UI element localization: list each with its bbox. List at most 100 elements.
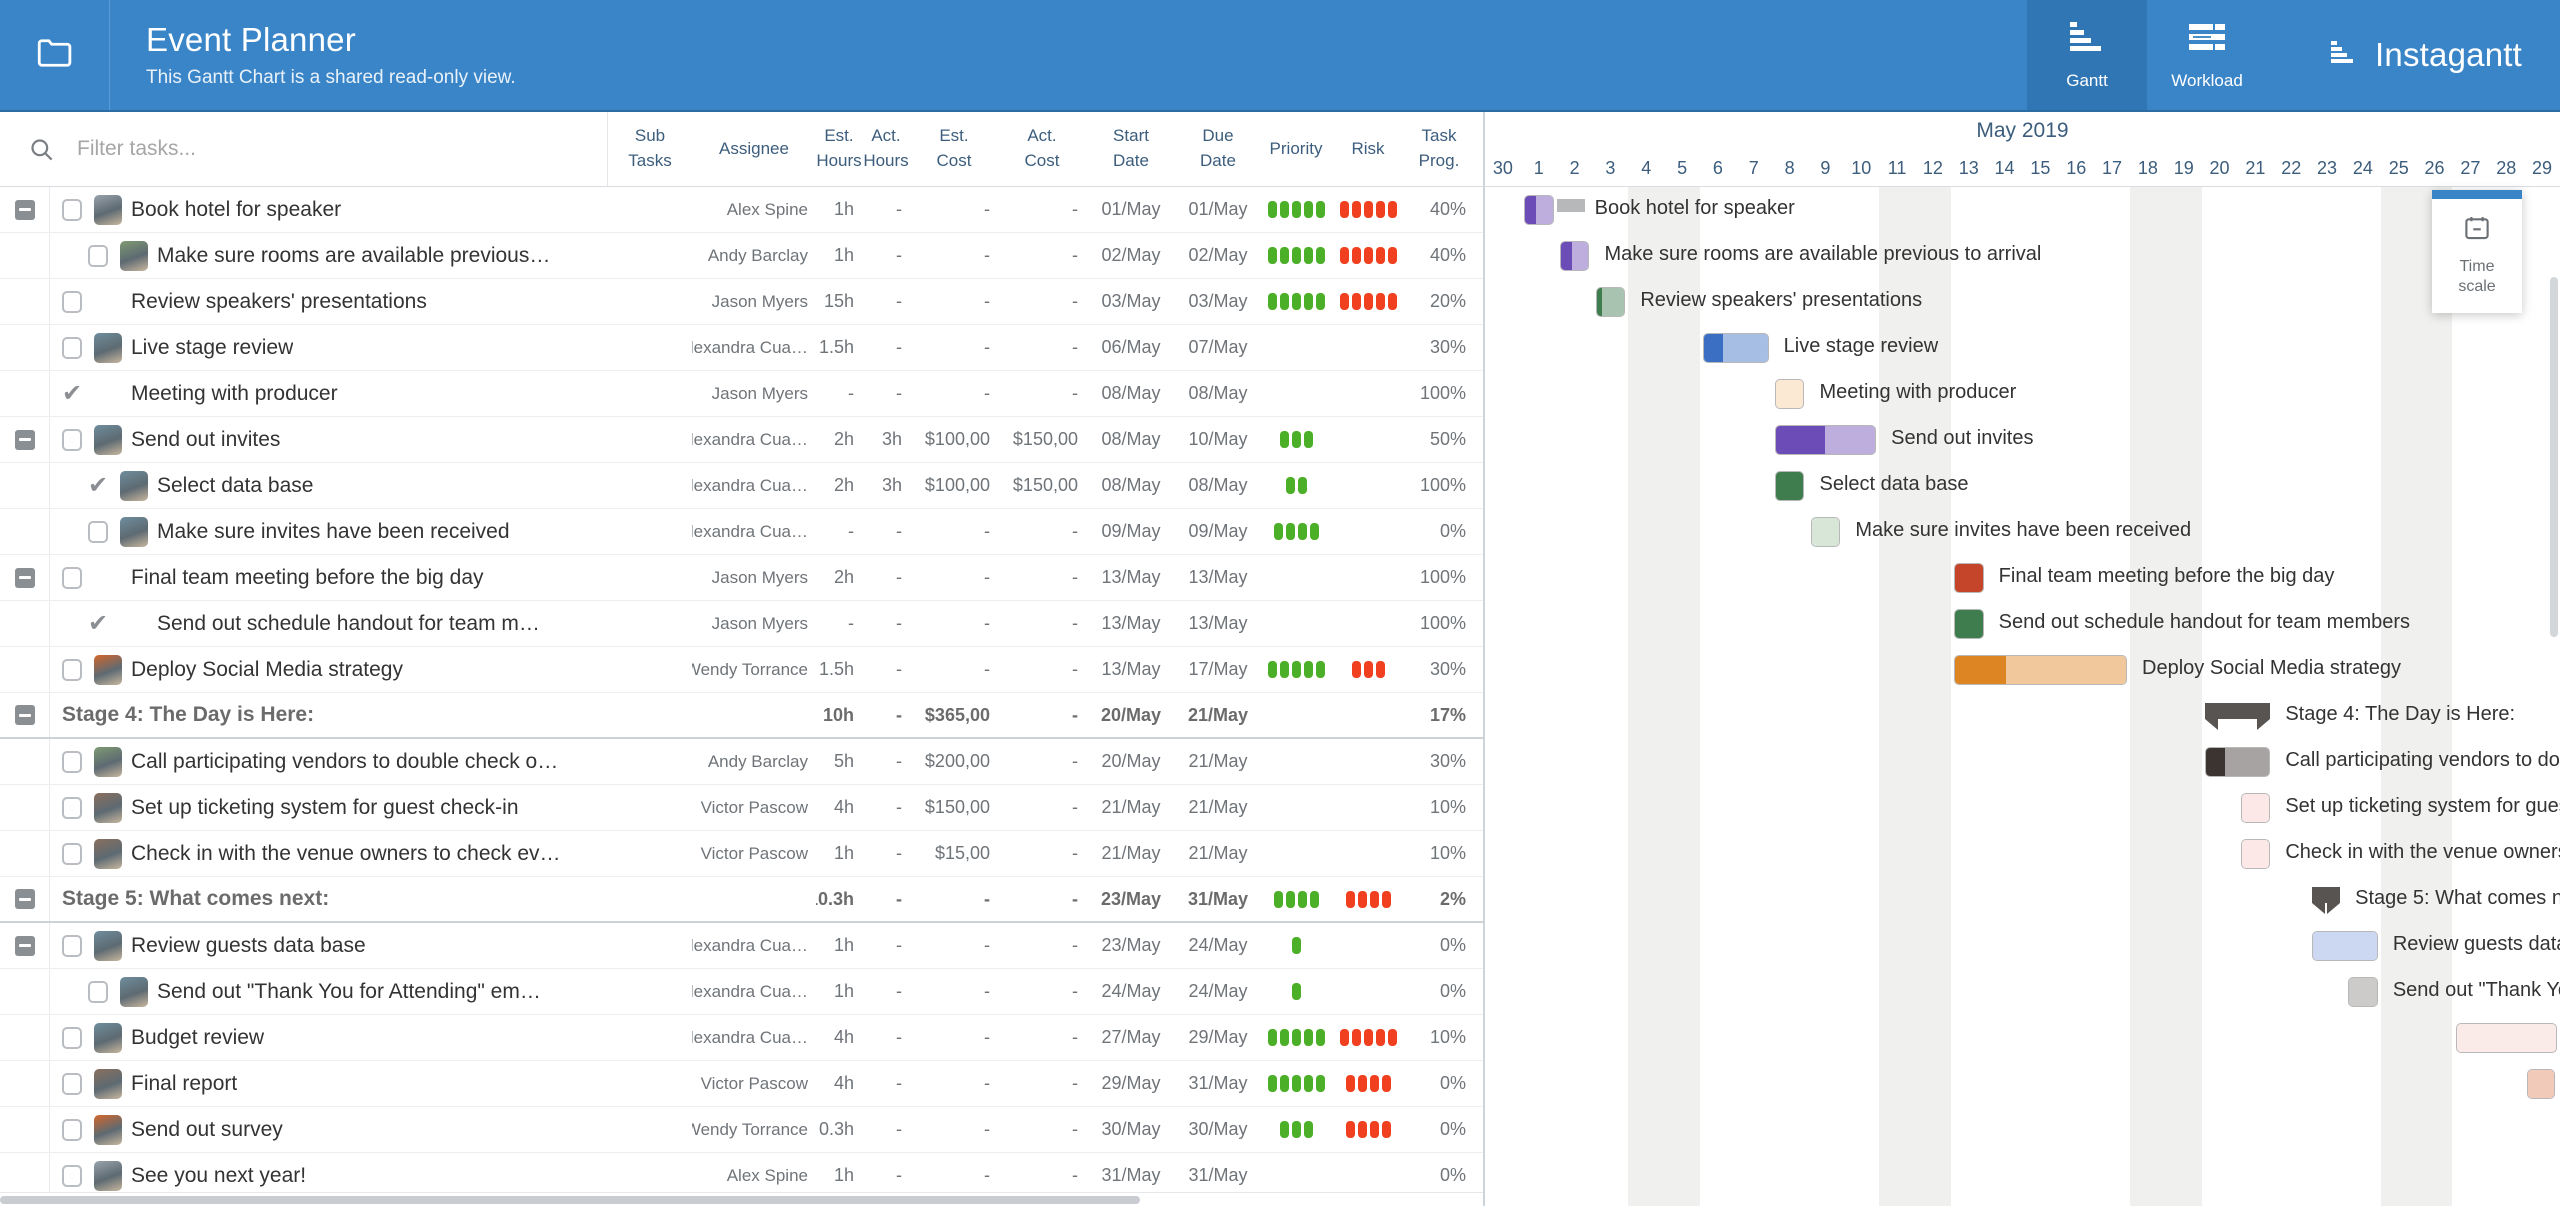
scrollbar-thumb[interactable]	[0, 1196, 1140, 1204]
summary-row[interactable]: Stage 4: The Day is Here: 10h - $365,00 - 20/…	[0, 693, 1483, 739]
check-icon[interactable]: ✔	[88, 611, 108, 636]
task-checkbox-slot[interactable]	[50, 336, 94, 359]
folder-button[interactable]	[0, 0, 110, 110]
task-checkbox-slot[interactable]	[50, 428, 94, 451]
task-checkbox[interactable]	[88, 244, 108, 267]
collapse-toggle-icon[interactable]	[14, 199, 35, 220]
grid-horizontal-scrollbar[interactable]	[0, 1192, 1483, 1206]
table-row[interactable]: Book hotel for speaker Alex Spine 1h - - - 01/…	[0, 187, 1483, 233]
column-header-est_cost[interactable]: Est. Cost	[910, 112, 998, 186]
table-row[interactable]: Budget review Alexandra Cua… 4h - - - 27/May 29…	[0, 1015, 1483, 1061]
task-checkbox[interactable]	[62, 290, 82, 313]
collapse-toggle-icon[interactable]	[14, 705, 35, 725]
gantt-bar[interactable]	[2204, 747, 2271, 777]
task-checkbox[interactable]	[62, 1072, 82, 1095]
gantt-bar[interactable]	[1559, 241, 1590, 271]
task-checkbox-slot[interactable]	[50, 1164, 94, 1187]
search-icon[interactable]	[28, 136, 55, 163]
task-checkbox-slot[interactable]: ✔	[76, 473, 120, 498]
task-name-cell[interactable]: Review guests data base	[0, 923, 608, 968]
task-checkbox-slot[interactable]	[50, 842, 94, 865]
gantt-bar[interactable]	[2312, 931, 2378, 961]
table-row[interactable]: ✔ Meeting with producer Jason Myers - - - - 08/…	[0, 371, 1483, 417]
task-name-cell[interactable]: Check in with the venue owners to check …	[0, 831, 608, 876]
task-checkbox-slot[interactable]	[76, 244, 120, 267]
task-checkbox-slot[interactable]	[50, 658, 94, 681]
task-name-cell[interactable]: ✔ Send out schedule handout for team m…	[0, 601, 608, 646]
table-row[interactable]: Review speakers' presentations Jason Myer…	[0, 279, 1483, 325]
collapse-toggle-icon[interactable]	[14, 429, 35, 450]
task-checkbox-slot[interactable]	[50, 1072, 94, 1095]
gantt-bar[interactable]	[1953, 563, 1984, 593]
task-checkbox-slot[interactable]	[50, 1118, 94, 1141]
gantt-bar[interactable]	[1953, 609, 1984, 639]
task-checkbox-slot[interactable]: ✔	[50, 381, 94, 406]
task-checkbox[interactable]	[62, 566, 82, 589]
column-header-progress[interactable]: Task Prog.	[1404, 112, 1474, 186]
task-checkbox[interactable]	[62, 796, 82, 819]
task-name-cell[interactable]: Stage 5: What comes next:	[0, 877, 608, 921]
task-name-cell[interactable]: Stage 4: The Day is Here:	[0, 693, 608, 737]
table-row[interactable]: Send out invites Alexandra Cua… 2h 3h $100,0…	[0, 417, 1483, 463]
task-name-cell[interactable]: Deploy Social Media strategy	[0, 647, 608, 692]
task-checkbox[interactable]	[88, 520, 108, 543]
task-checkbox-slot[interactable]	[76, 520, 120, 543]
gantt-bars-area[interactable]: Book hotel for speaker Make sure rooms ar…	[1485, 187, 2560, 1206]
table-row[interactable]: Send out survey Wendy Torrance 0.3h - - - 30/M…	[0, 1107, 1483, 1153]
task-checkbox-slot[interactable]	[50, 290, 94, 313]
column-header-assignee[interactable]: Assignee	[692, 112, 816, 186]
column-header-priority[interactable]: Priority	[1260, 112, 1332, 186]
task-name-cell[interactable]: Send out invites	[0, 417, 608, 462]
column-header-start[interactable]: Start Date	[1086, 112, 1176, 186]
gantt-bar[interactable]	[2348, 977, 2378, 1007]
column-header-act_hours[interactable]: Act. Hours	[862, 112, 910, 186]
collapse-toggle-icon[interactable]	[14, 567, 35, 588]
task-checkbox-slot[interactable]: ✔	[76, 611, 120, 636]
gantt-summary-bar[interactable]	[2312, 887, 2341, 914]
table-row[interactable]: Review guests data base Alexandra Cua… 1h -…	[0, 923, 1483, 969]
gantt-bar[interactable]	[2455, 1023, 2557, 1053]
task-checkbox[interactable]	[62, 1026, 82, 1049]
task-checkbox[interactable]	[62, 198, 82, 221]
task-name-cell[interactable]: Book hotel for speaker	[0, 187, 608, 232]
gantt-bar[interactable]	[2240, 793, 2271, 823]
task-name-cell[interactable]: Send out "Thank You for Attending" em…	[0, 969, 608, 1014]
task-checkbox-slot[interactable]	[50, 796, 94, 819]
table-row[interactable]: Send out "Thank You for Attending" em… Al…	[0, 969, 1483, 1015]
task-name-cell[interactable]: Live stage review	[0, 325, 608, 370]
summary-row[interactable]: Stage 5: What comes next: 10.3h - - - 23/May 3…	[0, 877, 1483, 923]
task-checkbox[interactable]	[62, 842, 82, 865]
column-header-est_hours[interactable]: Est. Hours	[816, 112, 862, 186]
table-row[interactable]: Final report Victor Pascow 4h - - - 29/May 31/M…	[0, 1061, 1483, 1107]
task-name-cell[interactable]: Budget review	[0, 1015, 608, 1060]
gantt-bar[interactable]	[2527, 1069, 2556, 1099]
task-checkbox[interactable]	[62, 428, 82, 451]
task-name-cell[interactable]: Review speakers' presentations	[0, 279, 608, 324]
task-name-cell[interactable]: Call participating vendors to double che…	[0, 739, 608, 784]
task-checkbox[interactable]	[62, 1164, 82, 1187]
task-name-cell[interactable]: Send out survey	[0, 1107, 608, 1152]
collapse-toggle-icon[interactable]	[14, 889, 35, 909]
task-name-cell[interactable]: Set up ticketing system for guest check-…	[0, 785, 608, 830]
check-icon[interactable]: ✔	[88, 473, 108, 498]
task-checkbox-slot[interactable]	[50, 566, 94, 589]
table-row[interactable]: ✔ Select data base Alexandra Cua… 2h 3h $100,…	[0, 463, 1483, 509]
column-header-risk[interactable]: Risk	[1332, 112, 1404, 186]
task-name-cell[interactable]: Final report	[0, 1061, 608, 1106]
task-name-cell[interactable]: Make sure rooms are available previous…	[0, 233, 608, 278]
task-name-cell[interactable]: Final team meeting before the big day	[0, 555, 608, 600]
task-checkbox[interactable]	[62, 658, 82, 681]
table-row[interactable]: Check in with the venue owners to check …	[0, 831, 1483, 877]
column-header-act_cost[interactable]: Act. Cost	[998, 112, 1086, 186]
table-row[interactable]: Set up ticketing system for guest check-…	[0, 785, 1483, 831]
gantt-bar[interactable]	[1774, 379, 1805, 409]
task-name-cell[interactable]: Make sure invites have been received	[0, 509, 608, 554]
task-checkbox[interactable]	[62, 750, 82, 773]
task-checkbox-slot[interactable]	[50, 750, 94, 773]
gantt-bar[interactable]	[1774, 425, 1877, 455]
time-scale-button[interactable]: Time scale	[2432, 190, 2522, 313]
column-header-subtasks[interactable]: Sub Tasks	[608, 112, 692, 186]
table-row[interactable]: Final team meeting before the big day Jas…	[0, 555, 1483, 601]
task-checkbox[interactable]	[62, 1118, 82, 1141]
task-checkbox[interactable]	[62, 934, 82, 957]
